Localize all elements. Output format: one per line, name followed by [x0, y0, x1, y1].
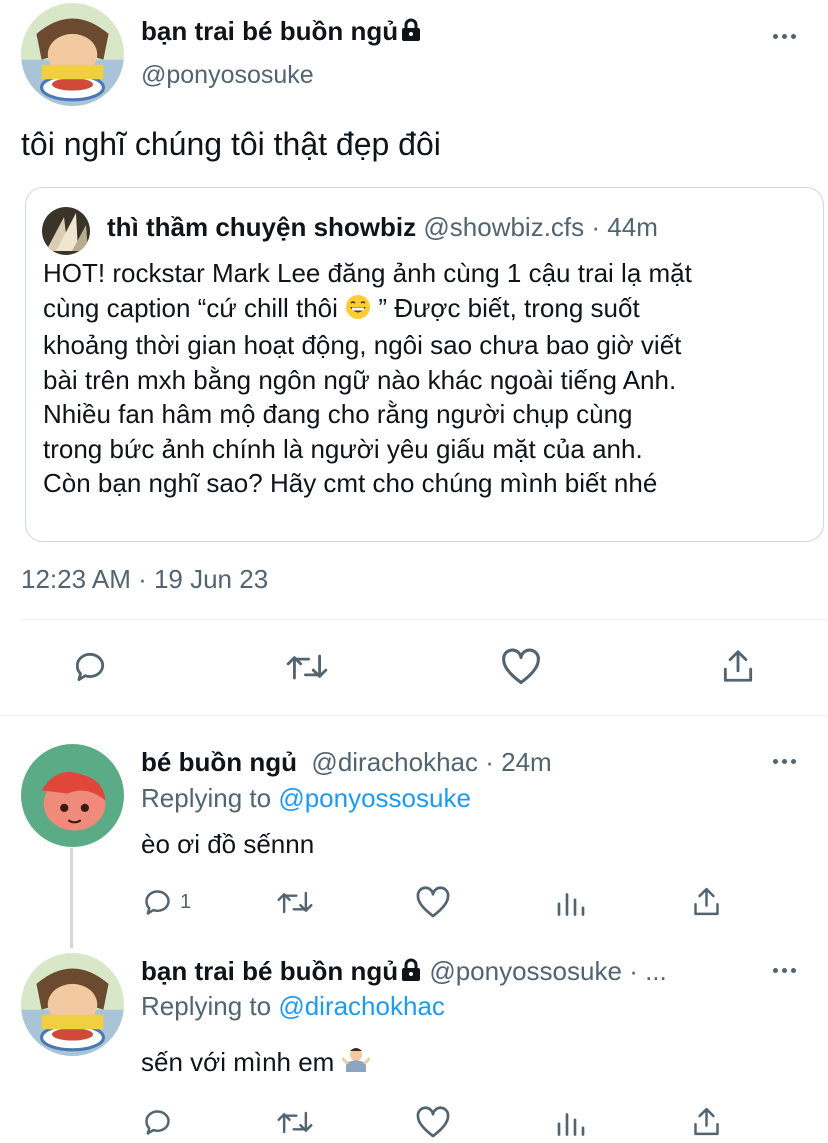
reply-author-handle[interactable]: @ponyossosuke — [429, 956, 622, 986]
analytics-icon[interactable] — [555, 1106, 587, 1139]
author-name[interactable]: bạn trai bé buồn ngủ — [141, 16, 422, 49]
quoted-author-name[interactable]: thì thầm chuyện showbiz — [107, 212, 416, 242]
reply-icon[interactable] — [71, 648, 109, 686]
divider — [20, 619, 828, 620]
share-icon[interactable] — [719, 646, 757, 686]
retweet-icon[interactable] — [276, 1106, 314, 1139]
quoted-author-avatar — [42, 207, 90, 255]
author-handle[interactable]: @ponyososuke — [141, 61, 314, 90]
reply-time[interactable]: · ... — [629, 956, 667, 986]
retweet-icon[interactable] — [276, 886, 314, 919]
grin-emoji — [345, 294, 371, 329]
replying-to-link[interactable]: @dirachokhac — [278, 991, 445, 1021]
reply-text: sến với mình em — [141, 1047, 335, 1077]
reply-text: èo ơi đồ sếnnn — [141, 829, 315, 859]
reply-author-handle[interactable]: @dirachokhac — [311, 747, 478, 777]
quoted-tweet-text: HOT! rockstar Mark Lee đăng ảnh cùng 1 c… — [43, 258, 692, 498]
divider — [0, 715, 828, 716]
analytics-icon[interactable] — [555, 886, 587, 919]
share-icon[interactable] — [690, 1104, 723, 1139]
reply-author-avatar[interactable] — [21, 953, 124, 1056]
lock-icon — [400, 958, 422, 989]
more-icon[interactable] — [773, 34, 796, 39]
like-icon[interactable] — [500, 648, 542, 686]
replying-to-link[interactable]: @ponyossosuke — [278, 783, 471, 813]
quoted-tweet-card[interactable]: thì thầm chuyện showbiz @showbiz.cfs · 4… — [25, 187, 824, 542]
reply-count: 1 — [180, 891, 192, 913]
reply-author-name[interactable]: bé buồn ngủ — [141, 747, 297, 777]
replying-label: Replying to — [141, 991, 272, 1021]
more-icon[interactable] — [773, 968, 796, 973]
replying-label: Replying to — [141, 783, 272, 813]
reply-author-name[interactable]: bạn trai bé buồn ngủ — [141, 956, 422, 986]
shrug-emoji — [341, 1046, 371, 1081]
like-icon[interactable] — [415, 1106, 451, 1139]
retweet-icon[interactable] — [285, 648, 329, 686]
reply-icon[interactable] — [141, 886, 174, 919]
reply-text-row: sến với mình em — [141, 1046, 371, 1081]
author-display-name: bạn trai bé buồn ngủ — [141, 16, 399, 46]
share-icon[interactable] — [690, 884, 723, 919]
reply-icon[interactable] — [141, 1106, 174, 1139]
quoted-author-handle[interactable]: @showbiz.cfs — [423, 212, 584, 242]
author-avatar[interactable] — [21, 3, 124, 106]
thread-connector — [70, 848, 73, 948]
lock-icon — [400, 18, 422, 49]
more-icon[interactable] — [773, 759, 796, 764]
like-icon[interactable] — [415, 886, 451, 919]
reply-time[interactable]: · 24m — [485, 747, 551, 777]
quoted-tweet-time[interactable]: · 44m — [591, 212, 657, 242]
reply-author-avatar[interactable] — [21, 744, 124, 847]
tweet-timestamp[interactable]: 12:23 AM · 19 Jun 23 — [21, 564, 268, 595]
tweet-text: tôi nghĩ chúng tôi thật đẹp đôi — [21, 126, 441, 162]
